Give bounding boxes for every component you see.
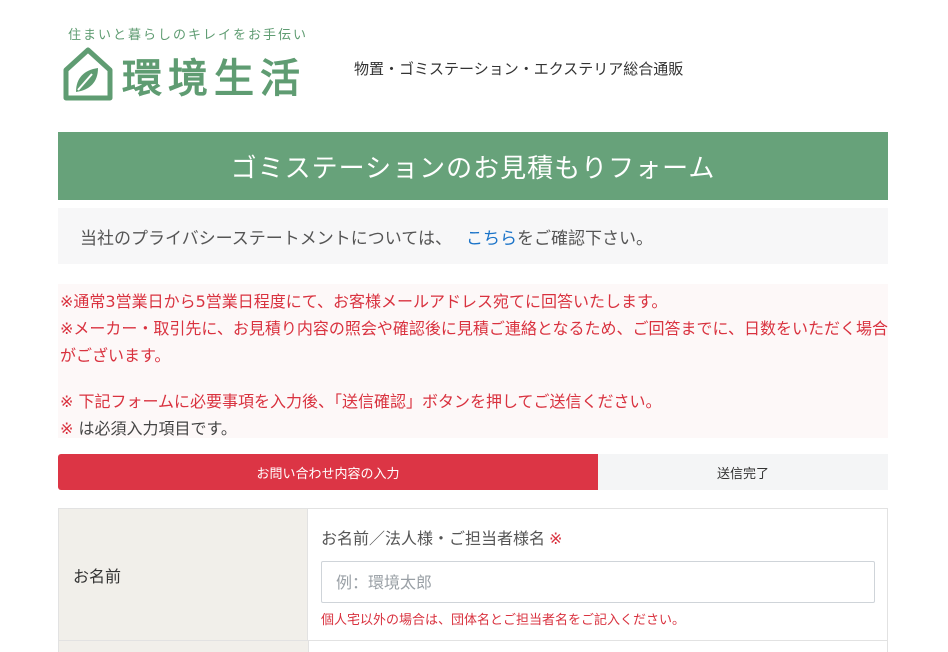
- logo-tagline: 住まいと暮らしのキレイをお手伝い: [68, 28, 309, 43]
- required-mark: ※: [60, 419, 74, 438]
- inquiry-form: お名前 お名前／法人様・ご担当者様名※ 個人宅以外の場合は、団体名とご担当者名を…: [58, 508, 888, 652]
- form-title-bar: ゴミステーションのお見積もりフォーム: [58, 132, 888, 200]
- form-row-name: お名前 お名前／法人様・ご担当者様名※ 個人宅以外の場合は、団体名とご担当者名を…: [59, 509, 887, 641]
- site-header: 住まいと暮らしのキレイをお手伝い 環境生活 物置・ゴミステーション・エクステリア…: [0, 0, 948, 120]
- privacy-text-after: をご確認下さい。: [516, 228, 653, 249]
- privacy-notice: 当社のプライバシーステートメントについては、 こちら をご確認下さい。: [58, 208, 888, 264]
- privacy-text-before: 当社のプライバシーステートメントについては、: [80, 228, 452, 249]
- name-required-mark: ※: [549, 529, 563, 548]
- notice-box: ※通常3営業日から5営業日程度にて、お客様メールアドレス宛てに回答いたします。 …: [58, 284, 888, 438]
- notice-line-1: ※通常3営業日から5営業日程度にて、お客様メールアドレス宛てに回答いたします。: [60, 292, 668, 311]
- notice-line-3: ※ 下記フォームに必要事項を入力後、「送信確認」ボタンを押してご送信ください。: [60, 392, 662, 411]
- notice-line-2: ※メーカー・取引先に、お見積り内容の照会や確認後に見積ご連絡となるため、ご回答ま…: [60, 319, 888, 365]
- progress-steps: お問い合わせ内容の入力 送信完了: [58, 454, 888, 490]
- privacy-link[interactable]: こちら: [466, 224, 517, 249]
- site-logo[interactable]: 住まいと暮らしのキレイをお手伝い 環境生活: [62, 24, 332, 104]
- logo-site-name: 環境生活: [122, 56, 306, 102]
- name-label: お名前: [59, 509, 308, 640]
- header-description: 物置・ゴミステーション・エクステリア総合通販: [354, 60, 684, 78]
- step-input: お問い合わせ内容の入力: [58, 454, 598, 490]
- next-row-label: [59, 641, 309, 652]
- form-row-next: [59, 641, 887, 652]
- name-input-cell: お名前／法人様・ご担当者様名※ 個人宅以外の場合は、団体名とご担当者名をご記入く…: [308, 509, 887, 640]
- name-field-title-text: お名前／法人様・ご担当者様名: [321, 529, 546, 548]
- required-note: ※ は必須入力項目です。: [60, 415, 888, 442]
- house-leaf-icon: [63, 47, 113, 101]
- name-input[interactable]: [321, 561, 875, 603]
- required-note-text: は必須入力項目です。: [73, 419, 237, 438]
- name-hint: 個人宅以外の場合は、団体名とご担当者名をご記入ください。: [321, 613, 686, 628]
- page-title: ゴミステーションのお見積もりフォーム: [230, 153, 716, 184]
- step-complete: 送信完了: [598, 454, 888, 490]
- name-field-title: お名前／法人様・ご担当者様名 ※: [321, 525, 875, 549]
